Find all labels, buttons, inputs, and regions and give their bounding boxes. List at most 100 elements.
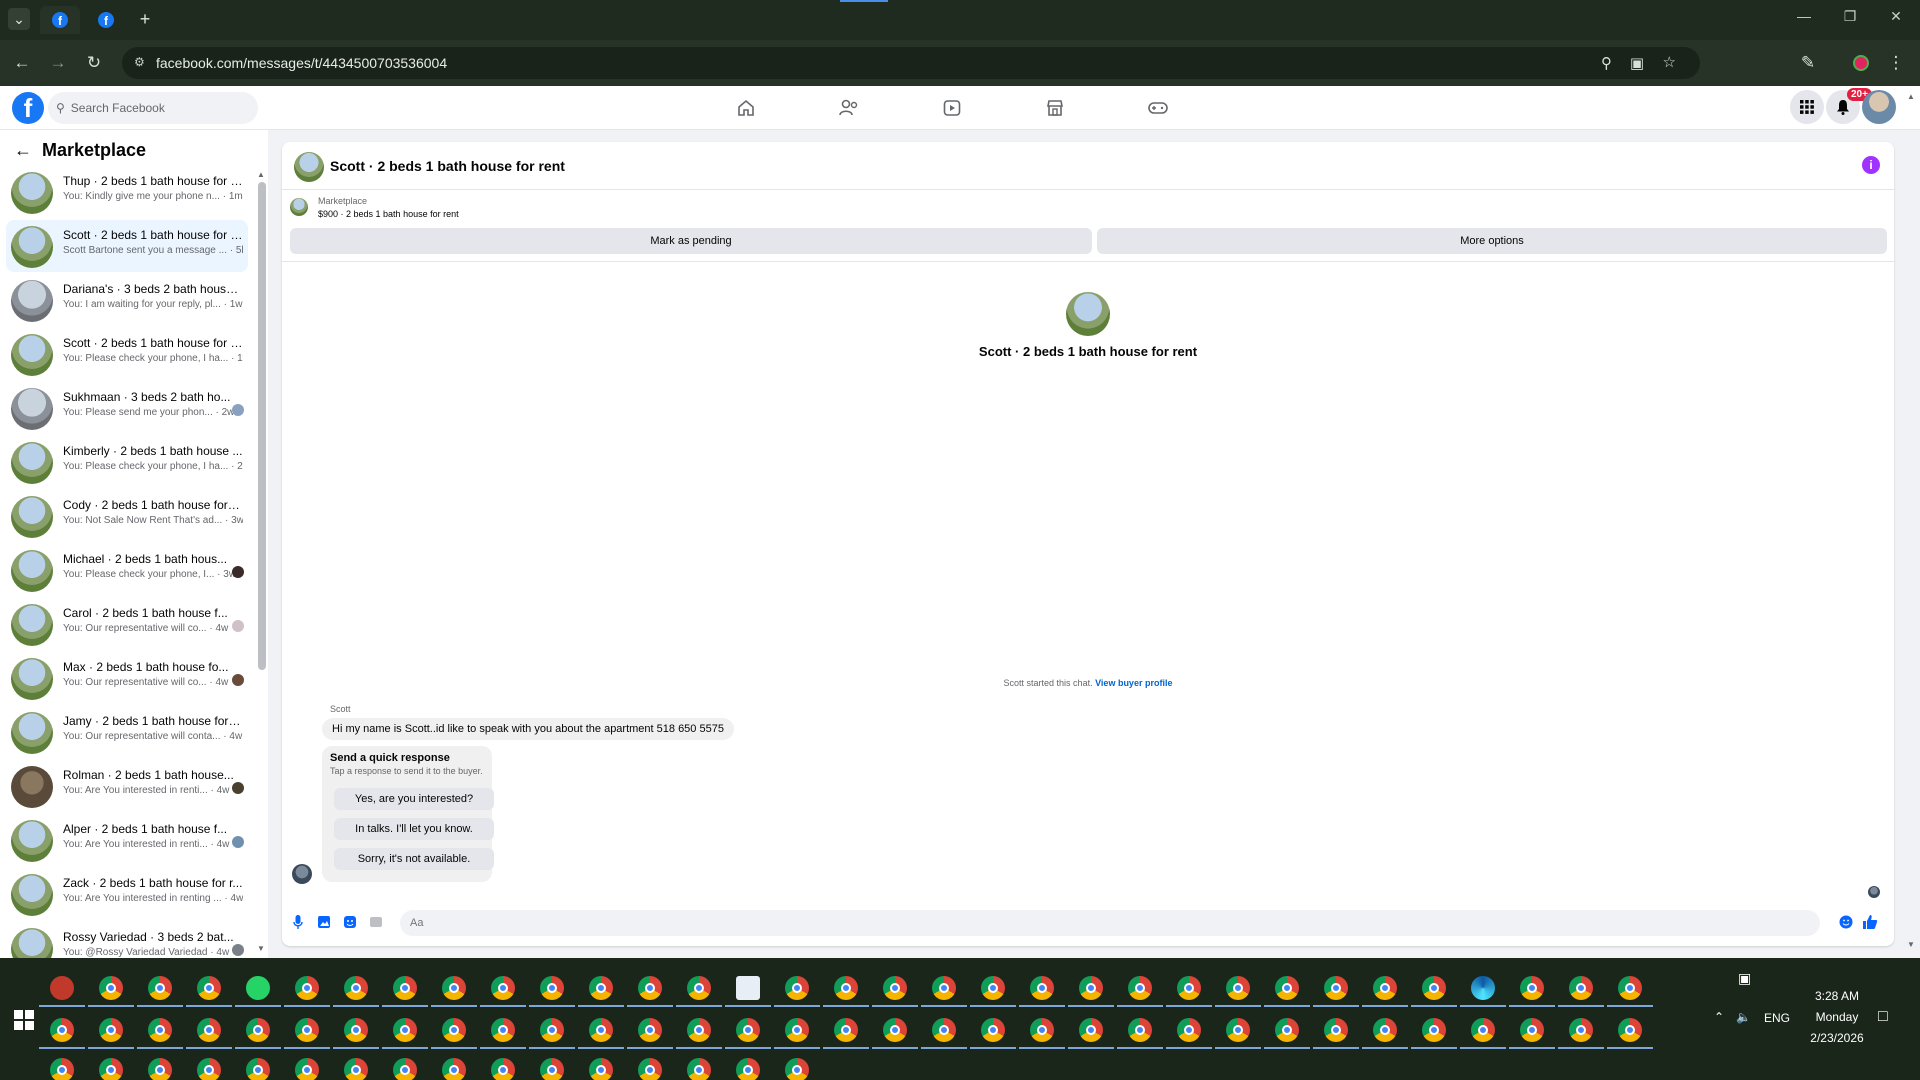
conversation-item[interactable]: Max · 2 beds 1 bath house fo... You: Our… — [6, 652, 248, 704]
conversation-item[interactable]: Jamy · 2 beds 1 bath house for r... You:… — [6, 706, 248, 758]
facebook-search-box[interactable]: ⚲ Search Facebook — [48, 92, 258, 124]
chrome-window-icon[interactable] — [1030, 1018, 1054, 1042]
message-bubble[interactable]: Hi my name is Scott..id like to speak wi… — [322, 718, 734, 740]
document-app-icon[interactable] — [736, 976, 760, 1000]
chrome-window-icon[interactable] — [442, 1018, 466, 1042]
chrome-window-icon[interactable] — [883, 976, 907, 1000]
chrome-window-icon[interactable] — [1128, 976, 1152, 1000]
gif-icon[interactable] — [368, 914, 384, 930]
chrome-window-icon[interactable] — [344, 976, 368, 1000]
scroll-down-arrow-icon[interactable]: ▼ — [257, 944, 265, 953]
chrome-window-icon[interactable] — [736, 1018, 760, 1042]
conversation-item[interactable]: Sukhmaan · 3 beds 2 bath ho... You: Plea… — [6, 382, 248, 434]
quick-reply-in-talks-button[interactable]: In talks. I'll let you know. — [334, 818, 494, 840]
gaming-icon[interactable] — [1146, 96, 1170, 120]
conversation-item[interactable]: Dariana's · 3 beds 2 bath house ... You:… — [6, 274, 248, 326]
quick-reply-interested-button[interactable]: Yes, are you interested? — [334, 788, 494, 810]
chat-title[interactable]: Scott · 2 beds 1 bath house for rent — [330, 158, 565, 174]
chrome-window-icon[interactable] — [50, 1058, 74, 1080]
conversation-item-active[interactable]: Scott · 2 beds 1 bath house for r... Sco… — [6, 220, 248, 272]
chrome-window-icon[interactable] — [50, 1018, 74, 1042]
chrome-window-icon[interactable] — [1471, 1018, 1495, 1042]
chrome-window-icon[interactable] — [1618, 1018, 1642, 1042]
tab-facebook-1[interactable]: f — [40, 6, 80, 34]
chrome-window-icon[interactable] — [197, 1058, 221, 1080]
chrome-window-icon[interactable] — [981, 1018, 1005, 1042]
chrome-window-icon[interactable] — [540, 1058, 564, 1080]
marketplace-icon[interactable] — [1043, 96, 1067, 120]
chrome-window-icon[interactable] — [687, 976, 711, 1000]
chrome-window-icon[interactable] — [1618, 976, 1642, 1000]
chrome-window-icon[interactable] — [638, 976, 662, 1000]
zoom-icon[interactable]: ⚲ — [1601, 54, 1612, 72]
chrome-window-icon[interactable] — [99, 1058, 123, 1080]
profile-icon[interactable] — [1849, 51, 1873, 75]
chrome-window-icon[interactable] — [197, 1018, 221, 1042]
listing-price[interactable]: $900 · 2 beds 1 bath house for rent — [318, 209, 459, 219]
chrome-window-icon[interactable] — [295, 976, 319, 1000]
install-app-icon[interactable]: ▣ — [1630, 54, 1644, 72]
conversation-item[interactable]: Alper · 2 beds 1 bath house f... You: Ar… — [6, 814, 248, 866]
listing-thumbnail[interactable] — [290, 198, 308, 216]
back-arrow-icon[interactable]: ← — [10, 51, 34, 75]
chrome-window-icon[interactable] — [932, 976, 956, 1000]
chrome-window-icon[interactable] — [1177, 976, 1201, 1000]
chrome-window-icon[interactable] — [197, 976, 221, 1000]
clock-time[interactable]: 3:28 AM — [1802, 989, 1872, 1003]
chrome-window-icon[interactable] — [344, 1058, 368, 1080]
chrome-window-icon[interactable] — [1079, 1018, 1103, 1042]
friends-icon[interactable] — [837, 96, 861, 120]
chat-avatar[interactable] — [294, 152, 324, 182]
sidebar-scrollbar[interactable] — [258, 182, 266, 670]
conversation-item[interactable]: Scott · 2 beds 1 bath house for r... You… — [6, 328, 248, 380]
chrome-window-icon[interactable] — [834, 976, 858, 1000]
scroll-down-arrow-icon[interactable]: ▼ — [1907, 940, 1915, 949]
chrome-window-icon[interactable] — [295, 1058, 319, 1080]
back-arrow-icon[interactable]: ← — [14, 140, 32, 161]
chrome-window-icon[interactable] — [393, 1058, 417, 1080]
new-tab-button[interactable]: + — [134, 8, 156, 30]
message-input[interactable] — [400, 910, 1820, 936]
conversation-item[interactable]: Cody · 2 beds 1 bath house for r... You:… — [6, 490, 248, 542]
chrome-window-icon[interactable] — [442, 976, 466, 1000]
chrome-window-icon[interactable] — [1177, 1018, 1201, 1042]
chrome-window-icon[interactable] — [1324, 1018, 1348, 1042]
info-icon[interactable]: i — [1862, 156, 1880, 174]
close-window-icon[interactable]: ✕ — [1876, 8, 1916, 25]
chrome-window-icon[interactable] — [246, 1058, 270, 1080]
windows-start-icon[interactable] — [14, 1010, 34, 1030]
mark-as-pending-button[interactable]: Mark as pending — [290, 228, 1092, 254]
scroll-up-arrow-icon[interactable]: ▲ — [1907, 92, 1915, 101]
bookmark-star-icon[interactable]: ☆ — [1663, 53, 1676, 71]
chrome-window-icon[interactable] — [344, 1018, 368, 1042]
chrome-window-icon[interactable] — [1226, 976, 1250, 1000]
conversation-item[interactable]: Rossy Variedad · 3 beds 2 bat... You: @R… — [6, 922, 248, 958]
site-settings-icon[interactable]: ⚙ — [134, 55, 145, 69]
chrome-window-icon[interactable] — [491, 1018, 515, 1042]
network-display-icon[interactable]: ▣ — [1738, 970, 1751, 987]
language-indicator[interactable]: ENG — [1764, 1011, 1790, 1025]
conversation-item[interactable]: Rolman · 2 beds 1 bath house... You: Are… — [6, 760, 248, 812]
chrome-window-icon[interactable] — [1569, 976, 1593, 1000]
chrome-window-icon[interactable] — [589, 1058, 613, 1080]
chrome-window-icon[interactable] — [1275, 976, 1299, 1000]
chrome-window-icon[interactable] — [99, 976, 123, 1000]
forward-arrow-icon[interactable]: → — [46, 51, 70, 75]
whatsapp-icon[interactable] — [246, 976, 270, 1000]
edge-icon[interactable] — [1471, 976, 1495, 1000]
chrome-window-icon[interactable] — [1520, 976, 1544, 1000]
notification-center-icon[interactable]: □ — [1878, 1008, 1888, 1026]
extensions-icon[interactable]: ✎ — [1796, 51, 1820, 75]
conversation-item[interactable]: Thup · 2 beds 1 bath house for r... You:… — [6, 166, 248, 218]
chrome-window-icon[interactable] — [148, 1018, 172, 1042]
chrome-window-icon[interactable] — [932, 1018, 956, 1042]
account-avatar[interactable] — [1862, 90, 1896, 124]
scroll-up-arrow-icon[interactable]: ▲ — [257, 170, 265, 179]
chrome-window-icon[interactable] — [148, 976, 172, 1000]
like-thumbs-up-icon[interactable] — [1862, 914, 1878, 930]
chrome-window-icon[interactable] — [442, 1058, 466, 1080]
chrome-window-icon[interactable] — [393, 976, 417, 1000]
chrome-window-icon[interactable] — [295, 1018, 319, 1042]
conversation-item[interactable]: Michael · 2 beds 1 bath hous... You: Ple… — [6, 544, 248, 596]
chrome-window-icon[interactable] — [1030, 976, 1054, 1000]
